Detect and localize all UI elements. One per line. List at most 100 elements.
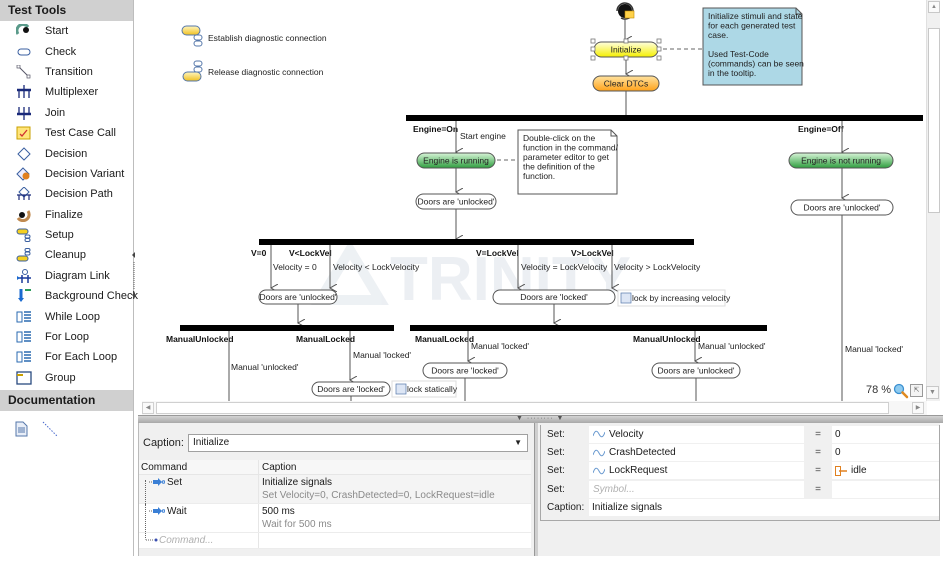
tool-for-each-loop[interactable]: For Each Loop: [0, 347, 133, 367]
value-field[interactable]: idle: [832, 462, 939, 480]
caption-dropdown[interactable]: Initialize ▼: [188, 434, 528, 452]
horizontal-splitter[interactable]: ▼ ········ ▼: [138, 415, 943, 423]
start-node[interactable]: [616, 2, 635, 20]
tool-background-check[interactable]: Background Check: [0, 286, 138, 306]
svg-text:V>LockVel: V>LockVel: [571, 248, 614, 258]
scroll-right-button[interactable]: ▶: [912, 402, 924, 414]
value-input[interactable]: [832, 480, 939, 498]
join-icon: [16, 106, 32, 120]
svg-text:Doors are 'locked': Doors are 'locked': [520, 292, 588, 302]
decision-bar-velocity[interactable]: [259, 239, 694, 245]
svg-text:Doors are 'unlocked': Doors are 'unlocked': [804, 203, 881, 213]
sidebar-splitter[interactable]: [132, 250, 136, 300]
scroll-left-button[interactable]: ◀: [142, 402, 154, 414]
doors-unlocked-node-2[interactable]: Doors are 'unlocked': [790, 199, 894, 216]
initialize-node[interactable]: Initialize: [590, 38, 662, 61]
set-row[interactable]: Set: LockRequest = idle: [541, 462, 939, 480]
test-tools-list: Start Check Transition Multiplexer Join Test …: [0, 21, 138, 388]
tool-decision[interactable]: Decision: [0, 143, 133, 163]
vertical-scrollbar[interactable]: ▲: [926, 0, 940, 401]
value-field[interactable]: 0: [832, 425, 939, 443]
engine-running-node[interactable]: Engine is running: [416, 152, 496, 169]
decision-bar-manual-2[interactable]: [410, 325, 767, 331]
symbol-input[interactable]: Symbol...: [593, 484, 635, 495]
command-row[interactable]: Wait 500 ms Wait for 500 ms: [139, 504, 531, 538]
new-command-input[interactable]: Command...: [159, 535, 213, 546]
tool-cleanup[interactable]: Cleanup: [0, 245, 133, 265]
tool-finalize[interactable]: Finalize: [0, 205, 133, 225]
setup-label: Establish diagnostic connection: [208, 33, 327, 43]
cleanup-block[interactable]: Release diagnostic connection: [182, 60, 324, 82]
value-field[interactable]: 0: [832, 444, 939, 462]
tool-label: Diagram Link: [45, 269, 110, 282]
tool-multiplexer[interactable]: Multiplexer: [0, 82, 133, 102]
for-loop-icon: [16, 330, 32, 344]
vertical-scroll-thumb[interactable]: [928, 28, 940, 213]
set-row[interactable]: Set: CrashDetected = 0: [541, 443, 939, 462]
chevron-down-icon[interactable]: ▼: [514, 435, 522, 451]
tool-start[interactable]: Start: [0, 21, 133, 41]
note-initialize[interactable]: Initialize stimuli and state for each gen…: [702, 7, 804, 86]
doors-unlocked-node-4[interactable]: Doors are 'unlocked': [651, 362, 741, 379]
tool-transition[interactable]: Transition: [0, 62, 133, 82]
tool-group[interactable]: Group: [0, 368, 133, 388]
decision-bar-engine[interactable]: [406, 115, 923, 121]
column-command[interactable]: Command: [139, 460, 259, 474]
tool-check[interactable]: Check: [0, 41, 133, 61]
doors-unlocked-node-3[interactable]: Doors are 'unlocked': [258, 289, 338, 305]
documentation-header[interactable]: Documentation: [0, 390, 133, 412]
requirement-lock-increasing[interactable]: lock by increasing velocity: [617, 289, 731, 307]
tool-for-loop[interactable]: For Loop: [0, 327, 133, 347]
note-double-click[interactable]: Double-click on the function in the comma…: [517, 129, 619, 195]
svg-text:Engine is not running: Engine is not running: [801, 156, 881, 166]
doors-locked-node-3[interactable]: Doors are 'locked': [422, 362, 508, 379]
new-set-row[interactable]: Set: Symbol... =: [541, 480, 939, 498]
tool-label: Multiplexer: [45, 86, 99, 99]
horizontal-scroll-thumb[interactable]: [156, 402, 889, 414]
caption-input[interactable]: Initialize signals: [589, 499, 939, 517]
tool-label: Setup: [45, 229, 74, 242]
doors-unlocked-node[interactable]: Doors are 'unlocked': [415, 193, 497, 210]
decision-bar-manual-1[interactable]: [180, 325, 394, 331]
scroll-up-button[interactable]: ▲: [928, 1, 940, 13]
diagram-canvas[interactable]: TRINITY Establish diagnostic connection …: [138, 0, 926, 401]
symbol-field[interactable]: CrashDetected: [589, 444, 804, 462]
horizontal-scrollbar[interactable]: ◀ ▶: [142, 401, 927, 415]
diagram-link-icon: [16, 268, 32, 283]
path-engine-off: Engine=Off: [798, 124, 844, 134]
doors-locked-node[interactable]: Doors are 'locked': [492, 289, 616, 305]
test-case-editor: Test Tools Start Check Transition Multiplex…: [0, 0, 943, 561]
new-command-row[interactable]: Command...: [139, 533, 531, 549]
set-label: Set:: [547, 465, 565, 477]
engine-not-running-node[interactable]: Engine is not running: [788, 152, 894, 169]
set-row[interactable]: Set: Velocity = 0: [541, 425, 939, 443]
symbol-field[interactable]: LockRequest: [589, 462, 804, 480]
command-caption: Initialize signals: [262, 477, 333, 488]
column-caption[interactable]: Caption: [259, 460, 296, 474]
tool-test-case-call[interactable]: Test Case Call: [0, 123, 133, 143]
requirement-lock-statically[interactable]: lock statically: [391, 380, 458, 398]
tool-join[interactable]: Join: [0, 103, 133, 123]
tool-while-loop[interactable]: While Loop: [0, 306, 133, 326]
scroll-down-button[interactable]: ▼: [926, 386, 939, 399]
tool-diagram-link[interactable]: Diagram Link: [0, 266, 133, 286]
doors-locked-node-2[interactable]: Doors are 'locked': [311, 381, 391, 397]
command-table: Command Caption Set Initialize signals S…: [139, 460, 531, 549]
tool-label: Check: [45, 45, 77, 58]
zoom-magnifier-icon[interactable]: [893, 383, 909, 402]
test-tools-header[interactable]: Test Tools: [0, 0, 133, 21]
transition-icon: [16, 64, 32, 79]
tool-decision-path[interactable]: Decision Path: [0, 184, 133, 204]
note-link-icon[interactable]: [42, 421, 58, 440]
symbol-field[interactable]: Velocity: [589, 425, 804, 443]
tool-setup[interactable]: Setup: [0, 225, 133, 245]
setup-block[interactable]: Establish diagnostic connection: [181, 25, 327, 47]
command-row[interactable]: Set Initialize signals Set Velocity=0, C…: [139, 475, 531, 506]
equals-sign: =: [815, 428, 821, 440]
svg-text:Doors are 'unlocked': Doors are 'unlocked': [658, 366, 735, 376]
note-icon[interactable]: [14, 421, 28, 440]
tool-decision-variant[interactable]: Decision Variant: [0, 164, 133, 184]
clear-dtcs-node[interactable]: Clear DTCs: [592, 75, 660, 92]
fit-to-window-button[interactable]: ⇱: [910, 384, 923, 397]
svg-text:Doors are 'locked': Doors are 'locked': [317, 384, 385, 394]
